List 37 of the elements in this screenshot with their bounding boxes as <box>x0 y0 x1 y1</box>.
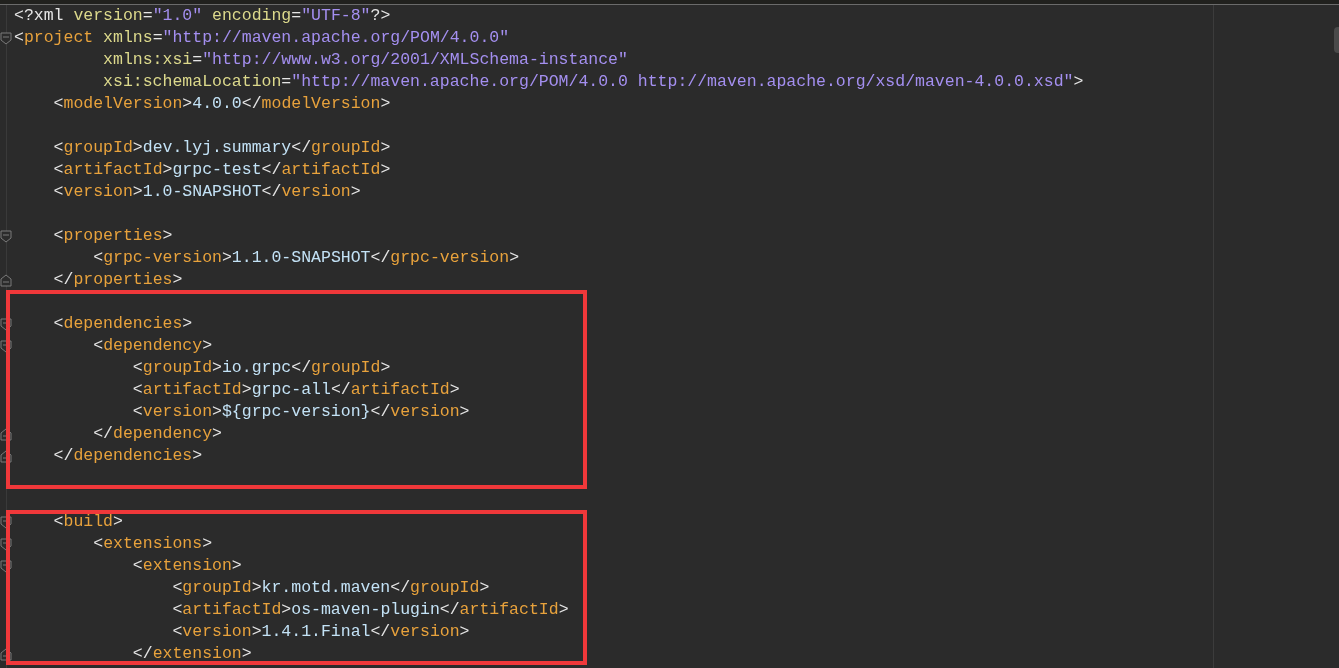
code-line: <properties> <box>52 225 173 247</box>
fold-icon[interactable] <box>0 538 12 551</box>
code-line: <modelVersion>4.0.0</modelVersion> <box>52 93 391 115</box>
code-line: </properties> <box>52 269 183 291</box>
fold-icon[interactable] <box>0 450 12 463</box>
code-line: <artifactId>os-maven-plugin</artifactId> <box>171 599 569 621</box>
code-line: <version>${grpc-version}</version> <box>131 401 470 423</box>
code-line: <groupId>io.grpc</groupId> <box>131 357 391 379</box>
code-line: <extensions> <box>92 533 213 555</box>
code-line: </dependency> <box>92 423 222 445</box>
fold-icon[interactable] <box>0 318 12 331</box>
fold-icon[interactable] <box>0 230 12 243</box>
code-line: </dependencies> <box>52 445 203 467</box>
code-line: <groupId>kr.motd.maven</groupId> <box>171 577 490 599</box>
fold-icon[interactable] <box>0 340 12 353</box>
code-line: <dependencies> <box>52 313 193 335</box>
fold-icon[interactable] <box>0 516 12 529</box>
code-line: <dependency> <box>92 335 213 357</box>
code-line: <extension> <box>131 555 242 577</box>
code-line: <grpc-version>1.1.0-SNAPSHOT</grpc-version> <box>92 247 520 269</box>
fold-icon[interactable] <box>0 648 12 661</box>
code-line: xsi:schemaLocation="http://maven.apache.org/POM/4.0.0 http://maven.apache.org/xsd/maven-4.0.0.xsd"> <box>102 71 1084 93</box>
scrollbar-thumb[interactable] <box>1334 27 1339 53</box>
code-line: <artifactId>grpc-test</artifactId> <box>52 159 391 181</box>
fold-icon[interactable] <box>0 428 12 441</box>
code-line: xmlns:xsi="http://www.w3.org/2001/XMLSchema-instance" <box>102 49 628 71</box>
code-line: <groupId>dev.lyj.summary</groupId> <box>52 137 391 159</box>
code-line: <build> <box>52 511 123 533</box>
code-line: <version>1.4.1.Final</version> <box>171 621 470 643</box>
code-line: <project xmlns="http://maven.apache.org/POM/4.0.0" <box>14 27 510 49</box>
fold-icon[interactable] <box>0 560 12 573</box>
fold-icon[interactable] <box>0 274 12 287</box>
code-line: <?xml version="1.0" encoding="UTF-8"?> <box>14 5 391 27</box>
fold-icon[interactable] <box>0 32 12 45</box>
code-line: <artifactId>grpc-all</artifactId> <box>131 379 460 401</box>
code-line: </extension> <box>131 643 252 665</box>
code-line: <version>1.0-SNAPSHOT</version> <box>52 181 361 203</box>
